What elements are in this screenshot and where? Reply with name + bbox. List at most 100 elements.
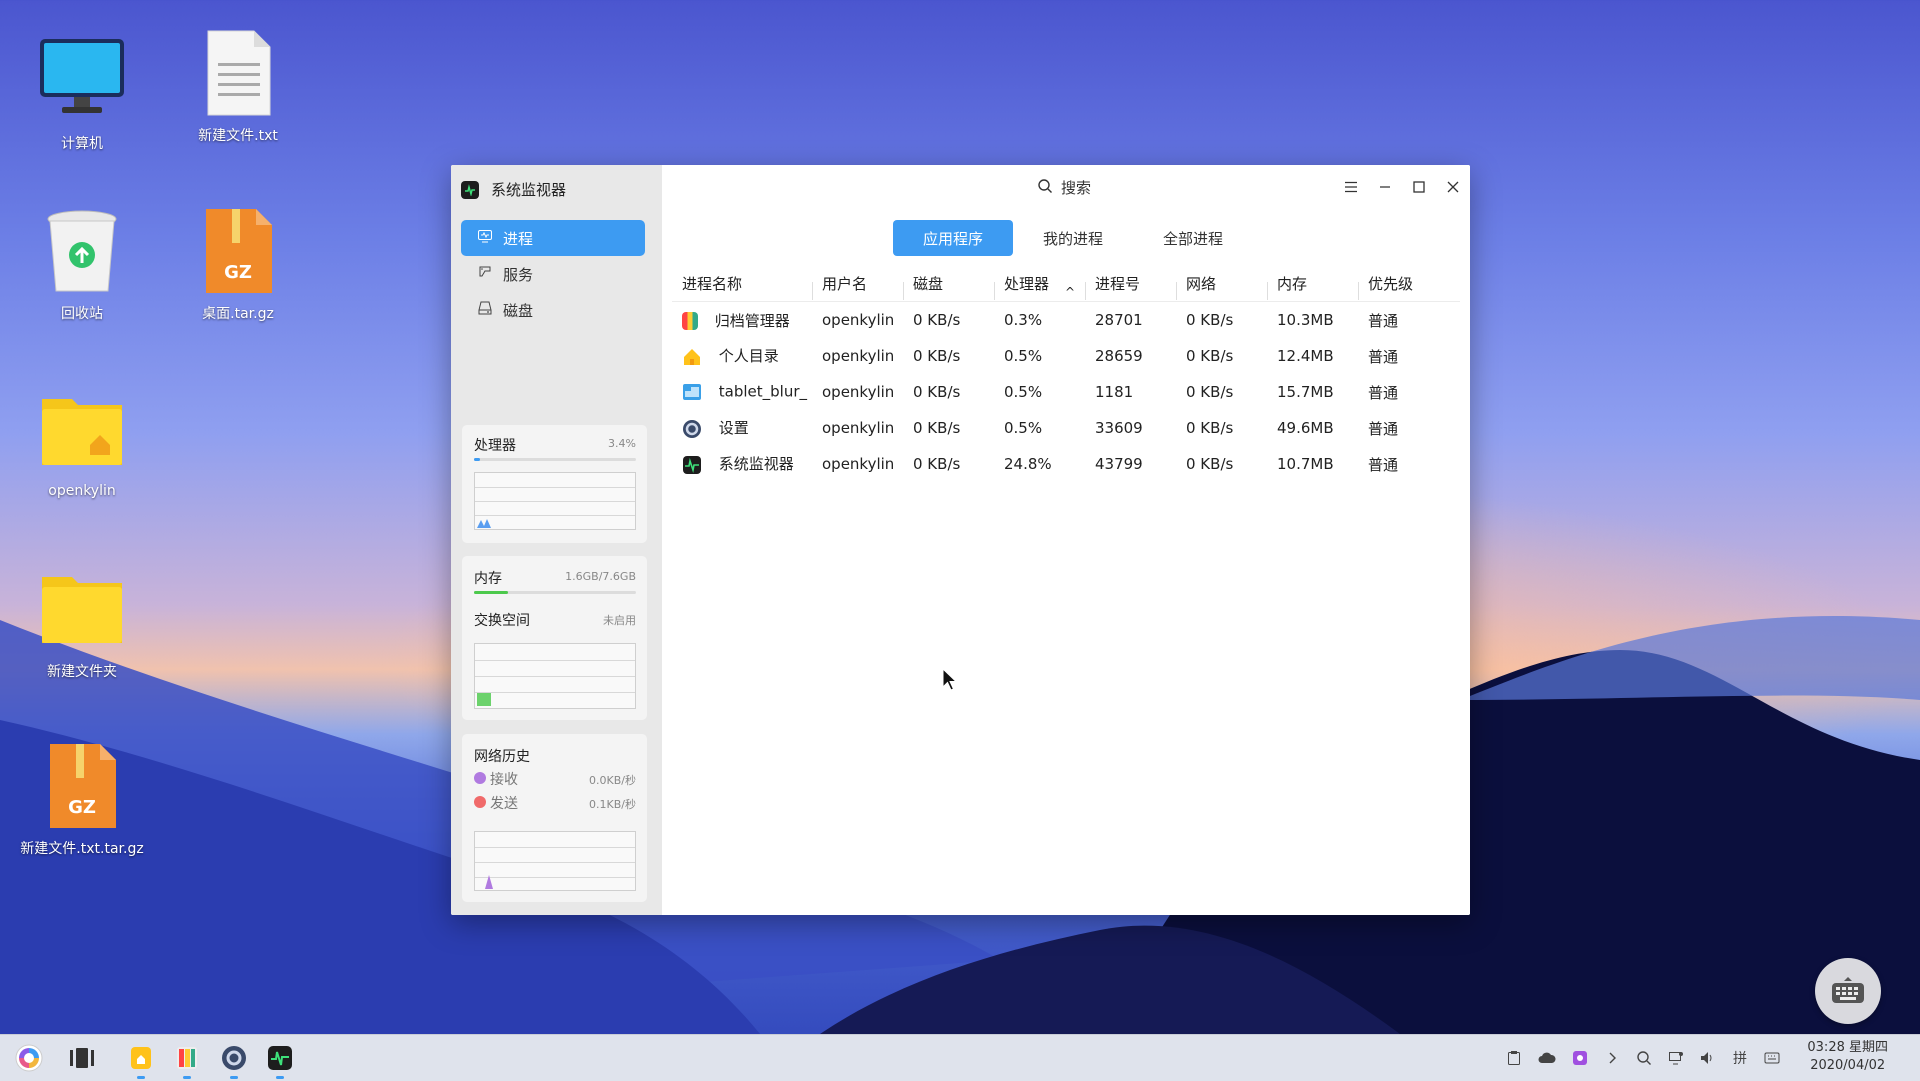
clock-date: 2020/04/02 [1810,1058,1886,1073]
receive-value: 0.0KB/秒 [589,774,636,787]
column-header-memory[interactable]: 内存 [1267,273,1358,300]
receive-icon [474,772,486,784]
sidebar-item-services[interactable]: 服务 [461,256,645,292]
desktop-icon-archive[interactable]: GZ 桌面.tar.gz [163,205,313,323]
process-memory: 15.7MB [1277,383,1334,401]
send-label: 发送 [490,796,518,812]
process-priority: 普通 [1368,311,1399,330]
desktop-icon-label: 新建文件夹 [47,664,117,680]
sidebar-item-label: 服务 [503,265,534,284]
sidebar: 系统监视器 进程 服务 磁盘 处理器 3.4% 内存 1.6GB/7.6GB 交… [451,165,662,915]
clipboard-icon[interactable] [1505,1049,1523,1067]
process-network: 0 KB/s [1186,347,1234,365]
table-row[interactable]: tablet_blur_ openkylin 0 KB/s 0.5% 1181 … [672,374,1460,410]
network-title: 网络历史 [474,749,530,765]
table-header: 进程名称 用户名 磁盘 处理器 ^ 进程号 网络 内存 优先级 [672,265,1460,302]
table-row[interactable]: 归档管理器 openkylin 0 KB/s 0.3% 28701 0 KB/s… [672,302,1460,338]
column-header-network[interactable]: 网络 [1176,273,1267,300]
table-row[interactable]: 系统监视器 openkylin 0 KB/s 24.8% 43799 0 KB/… [672,446,1460,482]
column-header-user[interactable]: 用户名 [812,273,903,300]
mouse-cursor-icon [942,668,958,691]
input-method-indicator[interactable]: 拼 [1731,1049,1749,1067]
taskbar: 拼 03:28 星期四 2020/04/02 [0,1034,1920,1081]
close-button[interactable] [1439,173,1467,201]
column-header-priority[interactable]: 优先级 [1358,273,1449,300]
sidebar-item-label: 磁盘 [503,301,534,320]
process-name: 归档管理器 [714,311,790,330]
desktop-icon-archive[interactable]: GZ 新建文件.txt.tar.gz [7,740,157,858]
process-priority: 普通 [1368,347,1399,366]
search-icon[interactable] [1635,1049,1653,1067]
system-monitor-icon [682,455,702,475]
tab-applications[interactable]: 应用程序 [893,220,1013,256]
app-title: 系统监视器 [461,179,566,200]
processes-icon [477,228,493,248]
receive-label: 接收 [490,772,518,788]
cloud-icon[interactable] [1538,1049,1556,1067]
sidebar-item-disks[interactable]: 磁盘 [461,292,645,328]
maximize-button[interactable] [1405,173,1433,201]
memory-usage-fill [474,591,509,594]
table-row[interactable]: 个人目录 openkylin 0 KB/s 0.5% 28659 0 KB/s … [672,338,1460,374]
tab-my-processes[interactable]: 我的进程 [1013,220,1133,256]
process-network: 0 KB/s [1186,455,1234,473]
process-cpu: 24.8% [1004,455,1052,473]
search-placeholder: 搜索 [1061,179,1092,197]
column-header-pid[interactable]: 进程号 [1085,273,1176,300]
column-header-disk[interactable]: 磁盘 [903,273,994,300]
archive-manager-icon [177,1047,197,1069]
start-menu-button[interactable] [14,1043,44,1073]
desktop-icon-text-file[interactable]: 新建文件.txt [163,27,313,145]
multitask-view-button[interactable] [67,1043,97,1073]
close-icon [1447,181,1459,193]
clock[interactable]: 03:28 星期四 2020/04/02 [1807,1039,1888,1075]
taskbar-app-system-monitor[interactable] [265,1043,295,1079]
text-file-icon [192,27,284,119]
desktop-icon-home-folder[interactable]: openkylin [7,385,157,499]
multitask-view-icon [70,1048,94,1068]
desktop-icon-folder[interactable]: 新建文件夹 [7,563,157,681]
process-user: openkylin [822,311,895,329]
cpu-usage-bar [474,458,636,461]
process-memory: 10.3MB [1277,311,1334,329]
column-header-cpu[interactable]: 处理器 ^ [994,273,1085,300]
menu-button[interactable] [1337,173,1365,201]
start-menu-icon [15,1044,43,1072]
minimize-icon [1380,186,1390,188]
minimize-button[interactable] [1371,173,1399,201]
screenshot-icon[interactable] [1571,1049,1589,1067]
column-header-name[interactable]: 进程名称 [672,273,812,294]
home-icon [682,347,702,367]
volume-icon[interactable] [1698,1049,1716,1067]
keyboard-icon[interactable] [1763,1049,1781,1067]
send-value: 0.1KB/秒 [589,798,636,811]
process-memory: 49.6MB [1277,419,1334,437]
process-tabs: 应用程序 我的进程 全部进程 [893,220,1253,256]
taskbar-app-settings[interactable] [219,1043,249,1079]
archive-badge: GZ [68,797,96,818]
process-cpu: 0.5% [1004,419,1043,437]
table-row[interactable]: 设置 openkylin 0 KB/s 0.5% 33609 0 KB/s 49… [672,410,1460,446]
sort-indicator: ^ [1064,284,1075,299]
cpu-card: 处理器 3.4% [462,425,647,543]
process-name: 系统监视器 [718,455,794,474]
network-icon[interactable] [1667,1049,1685,1067]
system-monitor-window: 系统监视器 进程 服务 磁盘 处理器 3.4% 内存 1.6GB/7.6GB 交… [451,165,1470,915]
virtual-keyboard-button[interactable] [1815,958,1881,1024]
desktop-icon-computer[interactable]: 计算机 [7,35,157,153]
taskbar-app-file-manager[interactable] [126,1043,156,1079]
keyboard-icon [1832,977,1864,1003]
process-name: 设置 [718,419,749,438]
tab-all-processes[interactable]: 全部进程 [1133,220,1253,256]
process-cpu: 0.3% [1004,311,1043,329]
archive-badge: GZ [224,262,252,283]
folder-icon [36,563,128,655]
process-cpu: 0.5% [1004,383,1043,401]
settings-icon [222,1046,246,1070]
taskbar-app-archive-manager[interactable] [172,1043,202,1079]
network-history-graph [474,831,636,891]
chevron-right-icon[interactable] [1603,1049,1621,1067]
sidebar-item-processes[interactable]: 进程 [461,220,645,256]
desktop-icon-trash[interactable]: 回收站 [7,205,157,323]
search-box[interactable]: 搜索 [1037,177,1091,198]
